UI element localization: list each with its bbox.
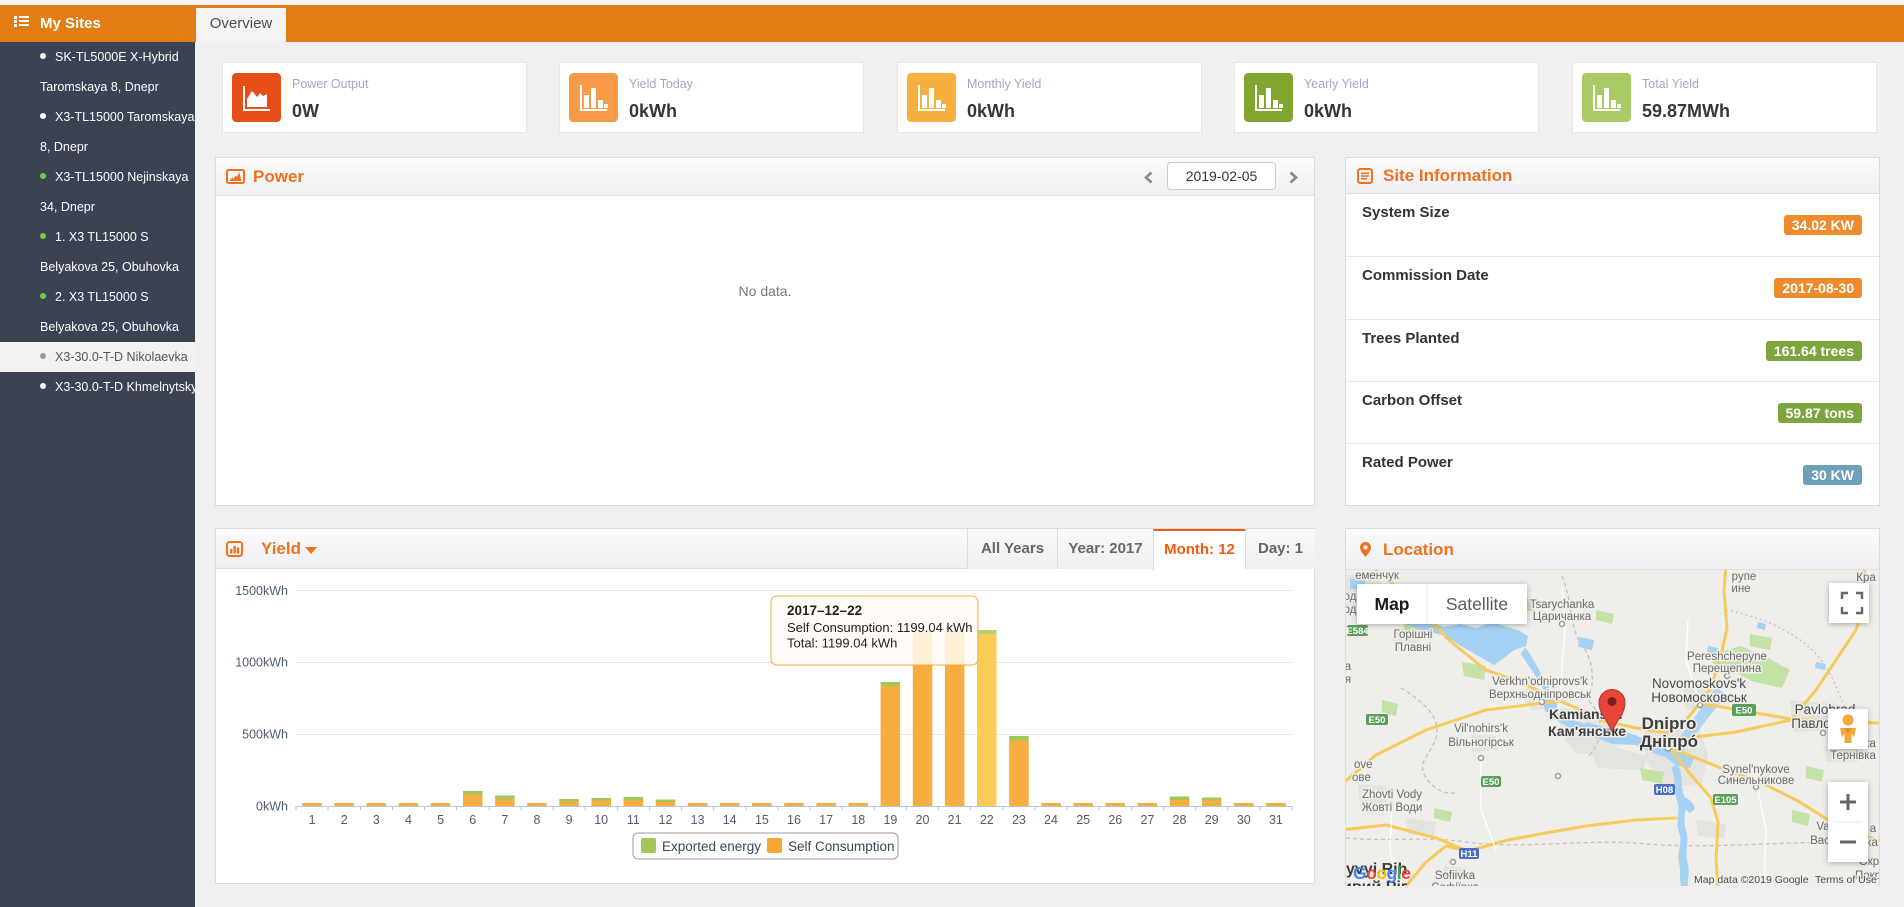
svg-text:Sofiivka: Sofiivka	[1435, 870, 1476, 882]
svg-text:од: од	[1346, 604, 1357, 616]
svg-text:Pereshchepyne: Pereshchepyne	[1687, 651, 1767, 663]
svg-text:27: 27	[1140, 813, 1154, 827]
svg-text:8: 8	[534, 813, 541, 827]
svg-text:еменчук: еменчук	[1355, 570, 1400, 582]
svg-text:22: 22	[980, 813, 994, 827]
svg-text:28: 28	[1173, 813, 1187, 827]
svg-text:E50: E50	[1369, 715, 1386, 726]
svg-text:Новомосковськ: Новомосковськ	[1651, 690, 1747, 705]
svg-text:15: 15	[755, 813, 769, 827]
svg-text:23: 23	[1012, 813, 1026, 827]
svg-text:26: 26	[1108, 813, 1122, 827]
svg-text:Novomoskovs'k: Novomoskovs'k	[1652, 676, 1746, 691]
svg-text:Вільногірськ: Вільногірськ	[1448, 737, 1515, 749]
svg-text:Map data ©2019 Google: Map data ©2019 Google	[1694, 874, 1809, 886]
svg-text:0kWh: 0kWh	[256, 800, 288, 814]
svg-text:4: 4	[405, 813, 412, 827]
svg-text:E50: E50	[1736, 706, 1753, 717]
svg-text:я: я	[1346, 674, 1351, 686]
svg-text:Dnipro: Dnipro	[1642, 714, 1697, 733]
svg-text:20: 20	[916, 813, 930, 827]
svg-text:11: 11	[627, 813, 640, 827]
svg-text:Верхньодніпровськ: Верхньодніпровськ	[1489, 689, 1592, 701]
svg-text:рупе: рупе	[1732, 571, 1757, 583]
svg-text:Вас: Вас	[1810, 835, 1830, 847]
svg-text:9: 9	[566, 813, 573, 827]
svg-text:E584: E584	[1346, 626, 1369, 637]
svg-text:Плавні: Плавні	[1395, 642, 1431, 654]
svg-text:17: 17	[819, 813, 833, 827]
svg-text:1500kWh: 1500kWh	[235, 584, 288, 598]
svg-text:Terms of Use: Terms of Use	[1815, 874, 1877, 886]
svg-text:19: 19	[883, 813, 897, 827]
svg-text:ove: ove	[1354, 759, 1373, 771]
svg-text:Жовті Води: Жовті Води	[1362, 802, 1423, 814]
svg-text:Exported energy: Exported energy	[662, 839, 761, 854]
svg-text:21: 21	[948, 813, 962, 827]
svg-text:Zhovti Vody: Zhovti Vody	[1362, 789, 1422, 801]
svg-text:а: а	[1870, 823, 1877, 835]
svg-text:25: 25	[1076, 813, 1090, 827]
svg-text:H08: H08	[1656, 785, 1673, 796]
svg-text:Синельникове: Синельникове	[1718, 775, 1795, 787]
svg-text:5: 5	[437, 813, 444, 827]
svg-text:Total: 1199.04 kWh: Total: 1199.04 kWh	[787, 636, 897, 651]
svg-text:2017–12–22: 2017–12–22	[787, 603, 862, 618]
svg-text:500kWh: 500kWh	[242, 728, 288, 742]
svg-text:3: 3	[373, 813, 380, 827]
svg-text:од: од	[1346, 591, 1357, 603]
svg-text:7: 7	[501, 813, 508, 827]
svg-text:6: 6	[469, 813, 476, 827]
svg-text:Кра: Кра	[1856, 572, 1876, 584]
svg-text:14: 14	[723, 813, 737, 827]
svg-text:Google: Google	[1353, 863, 1411, 883]
svg-text:а: а	[1346, 661, 1352, 673]
svg-text:ине: ине	[1731, 583, 1750, 595]
svg-text:E105: E105	[1714, 795, 1737, 806]
svg-text:12: 12	[659, 813, 673, 827]
svg-text:13: 13	[691, 813, 705, 827]
svg-text:24: 24	[1044, 813, 1058, 827]
svg-text:ове: ове	[1352, 772, 1371, 784]
svg-text:Verkhn'odniprovs'k: Verkhn'odniprovs'k	[1492, 676, 1588, 688]
svg-text:Self Consumption: 1199.04 kWh: Self Consumption: 1199.04 kWh	[787, 620, 972, 635]
svg-text:Павло: Павло	[1791, 716, 1831, 731]
svg-text:31: 31	[1269, 813, 1283, 827]
svg-text:Тернівка: Тернівка	[1830, 750, 1876, 762]
svg-text:H11: H11	[1461, 849, 1479, 860]
svg-text:Царичанка: Царичанка	[1533, 611, 1592, 623]
svg-text:Vil'nohirs'k: Vil'nohirs'k	[1454, 723, 1508, 735]
svg-text:10: 10	[594, 813, 608, 827]
svg-text:29: 29	[1205, 813, 1219, 827]
svg-text:Satellite: Satellite	[1446, 594, 1508, 614]
svg-text:Перещепина: Перещепина	[1693, 663, 1762, 675]
svg-text:1000kWh: 1000kWh	[235, 656, 288, 670]
svg-text:Tsarychanka: Tsarychanka	[1530, 599, 1595, 611]
svg-text:E50: E50	[1483, 777, 1500, 788]
svg-text:30: 30	[1237, 813, 1251, 827]
svg-text:2: 2	[341, 813, 348, 827]
svg-text:18: 18	[851, 813, 865, 827]
svg-text:1: 1	[309, 813, 316, 827]
svg-text:Self Consumption: Self Consumption	[788, 839, 895, 854]
svg-text:16: 16	[787, 813, 801, 827]
svg-text:Горішні: Горішні	[1394, 629, 1433, 641]
svg-text:Map: Map	[1375, 594, 1410, 614]
svg-text:Софіївка: Софіївка	[1431, 882, 1479, 886]
svg-text:Дніпро́: Дніпро́	[1640, 732, 1698, 751]
